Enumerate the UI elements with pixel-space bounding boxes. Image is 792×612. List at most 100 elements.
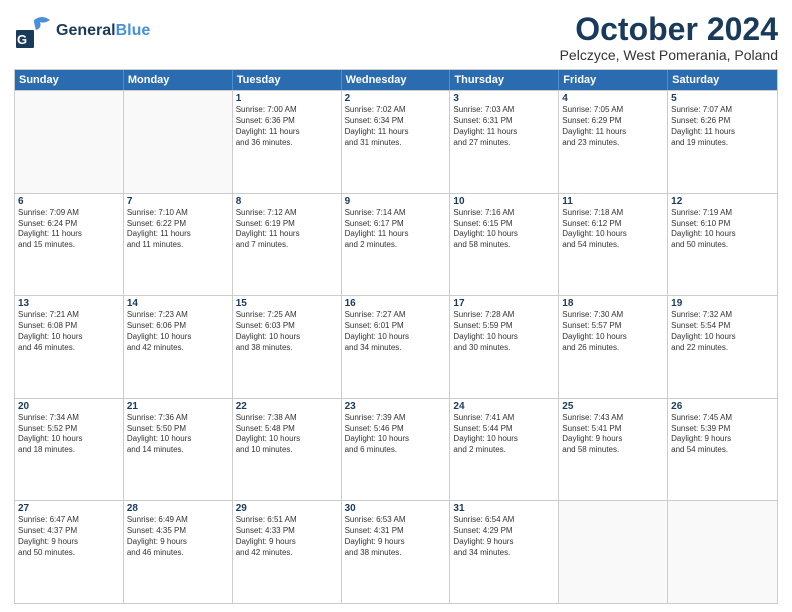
cell-content: Sunrise: 7:38 AM Sunset: 5:48 PM Dayligh… <box>236 413 338 456</box>
cell-content: Sunrise: 6:53 AM Sunset: 4:31 PM Dayligh… <box>345 515 447 558</box>
cell-content: Sunrise: 6:51 AM Sunset: 4:33 PM Dayligh… <box>236 515 338 558</box>
day-number: 21 <box>127 401 229 412</box>
cell-week5-day2: 28Sunrise: 6:49 AM Sunset: 4:35 PM Dayli… <box>124 501 233 603</box>
cell-week2-day6: 11Sunrise: 7:18 AM Sunset: 6:12 PM Dayli… <box>559 194 668 296</box>
day-number: 7 <box>127 196 229 207</box>
cell-content: Sunrise: 7:02 AM Sunset: 6:34 PM Dayligh… <box>345 105 447 148</box>
day-number: 9 <box>345 196 447 207</box>
subtitle: Pelczyce, West Pomerania, Poland <box>560 47 778 63</box>
cell-content: Sunrise: 7:19 AM Sunset: 6:10 PM Dayligh… <box>671 208 774 251</box>
cell-week4-day1: 20Sunrise: 7:34 AM Sunset: 5:52 PM Dayli… <box>15 399 124 501</box>
cell-week3-day7: 19Sunrise: 7:32 AM Sunset: 5:54 PM Dayli… <box>668 296 777 398</box>
cell-week3-day1: 13Sunrise: 7:21 AM Sunset: 6:08 PM Dayli… <box>15 296 124 398</box>
header-thursday: Thursday <box>450 70 559 90</box>
cell-week4-day7: 26Sunrise: 7:45 AM Sunset: 5:39 PM Dayli… <box>668 399 777 501</box>
calendar-header: Sunday Monday Tuesday Wednesday Thursday… <box>15 70 777 90</box>
day-number: 6 <box>18 196 120 207</box>
day-number: 10 <box>453 196 555 207</box>
cell-week1-day3: 1Sunrise: 7:00 AM Sunset: 6:36 PM Daylig… <box>233 91 342 193</box>
cell-content: Sunrise: 7:30 AM Sunset: 5:57 PM Dayligh… <box>562 310 664 353</box>
day-number: 12 <box>671 196 774 207</box>
header-sunday: Sunday <box>15 70 124 90</box>
day-number: 4 <box>562 93 664 104</box>
logo-text-block: GeneralBlue <box>56 22 150 40</box>
cell-week3-day2: 14Sunrise: 7:23 AM Sunset: 6:06 PM Dayli… <box>124 296 233 398</box>
cell-week4-day5: 24Sunrise: 7:41 AM Sunset: 5:44 PM Dayli… <box>450 399 559 501</box>
cell-content: Sunrise: 7:18 AM Sunset: 6:12 PM Dayligh… <box>562 208 664 251</box>
day-number: 19 <box>671 298 774 309</box>
header-tuesday: Tuesday <box>233 70 342 90</box>
cell-content: Sunrise: 7:25 AM Sunset: 6:03 PM Dayligh… <box>236 310 338 353</box>
cell-content: Sunrise: 6:47 AM Sunset: 4:37 PM Dayligh… <box>18 515 120 558</box>
cell-week4-day4: 23Sunrise: 7:39 AM Sunset: 5:46 PM Dayli… <box>342 399 451 501</box>
cell-week5-day6 <box>559 501 668 603</box>
cell-week3-day5: 17Sunrise: 7:28 AM Sunset: 5:59 PM Dayli… <box>450 296 559 398</box>
week-row-3: 13Sunrise: 7:21 AM Sunset: 6:08 PM Dayli… <box>15 295 777 398</box>
cell-week2-day4: 9Sunrise: 7:14 AM Sunset: 6:17 PM Daylig… <box>342 194 451 296</box>
day-number: 16 <box>345 298 447 309</box>
day-number: 8 <box>236 196 338 207</box>
cell-week3-day6: 18Sunrise: 7:30 AM Sunset: 5:57 PM Dayli… <box>559 296 668 398</box>
day-number: 23 <box>345 401 447 412</box>
week-row-4: 20Sunrise: 7:34 AM Sunset: 5:52 PM Dayli… <box>15 398 777 501</box>
cell-week5-day5: 31Sunrise: 6:54 AM Sunset: 4:29 PM Dayli… <box>450 501 559 603</box>
day-number: 28 <box>127 503 229 514</box>
cell-content: Sunrise: 6:54 AM Sunset: 4:29 PM Dayligh… <box>453 515 555 558</box>
cell-week1-day4: 2Sunrise: 7:02 AM Sunset: 6:34 PM Daylig… <box>342 91 451 193</box>
header-saturday: Saturday <box>668 70 777 90</box>
cell-week4-day6: 25Sunrise: 7:43 AM Sunset: 5:41 PM Dayli… <box>559 399 668 501</box>
logo-line1: GeneralBlue <box>56 22 150 40</box>
day-number: 17 <box>453 298 555 309</box>
cell-week1-day6: 4Sunrise: 7:05 AM Sunset: 6:29 PM Daylig… <box>559 91 668 193</box>
calendar-body: 1Sunrise: 7:00 AM Sunset: 6:36 PM Daylig… <box>15 90 777 603</box>
cell-content: Sunrise: 7:07 AM Sunset: 6:26 PM Dayligh… <box>671 105 774 148</box>
cell-week5-day7 <box>668 501 777 603</box>
cell-week2-day3: 8Sunrise: 7:12 AM Sunset: 6:19 PM Daylig… <box>233 194 342 296</box>
day-number: 20 <box>18 401 120 412</box>
cell-week2-day1: 6Sunrise: 7:09 AM Sunset: 6:24 PM Daylig… <box>15 194 124 296</box>
cell-week3-day3: 15Sunrise: 7:25 AM Sunset: 6:03 PM Dayli… <box>233 296 342 398</box>
title-section: October 2024 Pelczyce, West Pomerania, P… <box>560 12 778 63</box>
cell-week5-day4: 30Sunrise: 6:53 AM Sunset: 4:31 PM Dayli… <box>342 501 451 603</box>
day-number: 15 <box>236 298 338 309</box>
cell-content: Sunrise: 7:27 AM Sunset: 6:01 PM Dayligh… <box>345 310 447 353</box>
cell-content: Sunrise: 7:00 AM Sunset: 6:36 PM Dayligh… <box>236 105 338 148</box>
header-wednesday: Wednesday <box>342 70 451 90</box>
cell-week1-day5: 3Sunrise: 7:03 AM Sunset: 6:31 PM Daylig… <box>450 91 559 193</box>
day-number: 30 <box>345 503 447 514</box>
day-number: 5 <box>671 93 774 104</box>
cell-week4-day3: 22Sunrise: 7:38 AM Sunset: 5:48 PM Dayli… <box>233 399 342 501</box>
header-friday: Friday <box>559 70 668 90</box>
week-row-1: 1Sunrise: 7:00 AM Sunset: 6:36 PM Daylig… <box>15 90 777 193</box>
cell-content: Sunrise: 7:21 AM Sunset: 6:08 PM Dayligh… <box>18 310 120 353</box>
svg-text:G: G <box>17 32 27 47</box>
cell-content: Sunrise: 7:16 AM Sunset: 6:15 PM Dayligh… <box>453 208 555 251</box>
cell-content: Sunrise: 7:36 AM Sunset: 5:50 PM Dayligh… <box>127 413 229 456</box>
header-monday: Monday <box>124 70 233 90</box>
day-number: 31 <box>453 503 555 514</box>
cell-week1-day2 <box>124 91 233 193</box>
cell-content: Sunrise: 7:39 AM Sunset: 5:46 PM Dayligh… <box>345 413 447 456</box>
cell-content: Sunrise: 7:23 AM Sunset: 6:06 PM Dayligh… <box>127 310 229 353</box>
day-number: 1 <box>236 93 338 104</box>
cell-week1-day1 <box>15 91 124 193</box>
cell-content: Sunrise: 7:14 AM Sunset: 6:17 PM Dayligh… <box>345 208 447 251</box>
cell-content: Sunrise: 7:28 AM Sunset: 5:59 PM Dayligh… <box>453 310 555 353</box>
day-number: 14 <box>127 298 229 309</box>
day-number: 13 <box>18 298 120 309</box>
cell-content: Sunrise: 7:10 AM Sunset: 6:22 PM Dayligh… <box>127 208 229 251</box>
cell-content: Sunrise: 7:05 AM Sunset: 6:29 PM Dayligh… <box>562 105 664 148</box>
day-number: 26 <box>671 401 774 412</box>
cell-content: Sunrise: 7:09 AM Sunset: 6:24 PM Dayligh… <box>18 208 120 251</box>
main-title: October 2024 <box>560 12 778 47</box>
page: G GeneralBlue October 2024 Pelczyce, Wes… <box>0 0 792 612</box>
day-number: 18 <box>562 298 664 309</box>
day-number: 29 <box>236 503 338 514</box>
header: G GeneralBlue October 2024 Pelczyce, Wes… <box>14 12 778 63</box>
cell-content: Sunrise: 7:34 AM Sunset: 5:52 PM Dayligh… <box>18 413 120 456</box>
day-number: 2 <box>345 93 447 104</box>
week-row-5: 27Sunrise: 6:47 AM Sunset: 4:37 PM Dayli… <box>15 500 777 603</box>
day-number: 27 <box>18 503 120 514</box>
cell-content: Sunrise: 7:43 AM Sunset: 5:41 PM Dayligh… <box>562 413 664 456</box>
cell-content: Sunrise: 7:32 AM Sunset: 5:54 PM Dayligh… <box>671 310 774 353</box>
